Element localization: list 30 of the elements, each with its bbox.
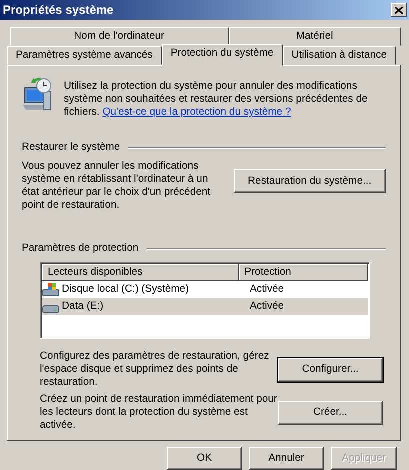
close-icon xyxy=(395,6,403,14)
button[interactable]: Créer... xyxy=(278,400,383,424)
table-row[interactable]: Disque local (C:) (Système) Activée xyxy=(42,281,368,298)
button[interactable]: OK xyxy=(167,447,242,470)
system-drive-icon xyxy=(42,282,60,296)
table-row[interactable]: Data (E:) Activée xyxy=(42,298,368,315)
tab[interactable]: Nom de l'ordinateur xyxy=(10,27,229,46)
group-title: Paramètres de protection xyxy=(22,242,139,255)
protection-status: Activée xyxy=(249,300,284,313)
tab[interactable]: Utilisation à distance xyxy=(282,46,396,65)
computer-clock-icon xyxy=(22,78,54,112)
button[interactable]: Annuler xyxy=(249,447,324,470)
drive-name: Data (E:) xyxy=(62,300,104,313)
group-title: Restaurer le système xyxy=(22,141,120,154)
close-button[interactable] xyxy=(391,3,407,17)
window-title: Propriétés système xyxy=(3,4,115,16)
action-description: Créez un point de restauration immédiatement pour les lecteurs dont la protection du système est activée. xyxy=(40,393,278,432)
help-link[interactable]: Qu'est-ce que la protection du système ? xyxy=(102,107,292,118)
protection-status: Activée xyxy=(249,283,284,296)
action-description: Configurez des paramètres de restauration, gérez l'espace disque et supprimez des points de restauration. xyxy=(40,350,270,389)
restore-description: Vous pouvez annuler les modifications système en rétablissant l'ordinateur à un état antérieur par le choix d'un précédent point de restauration. xyxy=(22,160,212,212)
intro-text: Utilisez la protection du système pour annuler des modifications système non souhaitées et restaurer des versions précédentes de fichiers. Qu'est-ce que la protection du système ? xyxy=(64,80,369,119)
button[interactable]: Restauration du système... xyxy=(234,169,386,193)
column-header[interactable]: Lecteurs disponibles xyxy=(42,264,239,281)
button[interactable]: Configurer... xyxy=(278,358,383,382)
column-header[interactable]: Protection xyxy=(238,264,368,281)
tab[interactable]: Protection du système xyxy=(162,44,283,66)
drive-name: Disque local (C:) (Système) xyxy=(62,283,190,296)
tab[interactable]: Matériel xyxy=(228,27,401,46)
tab[interactable]: Paramètres système avancés xyxy=(7,46,162,65)
